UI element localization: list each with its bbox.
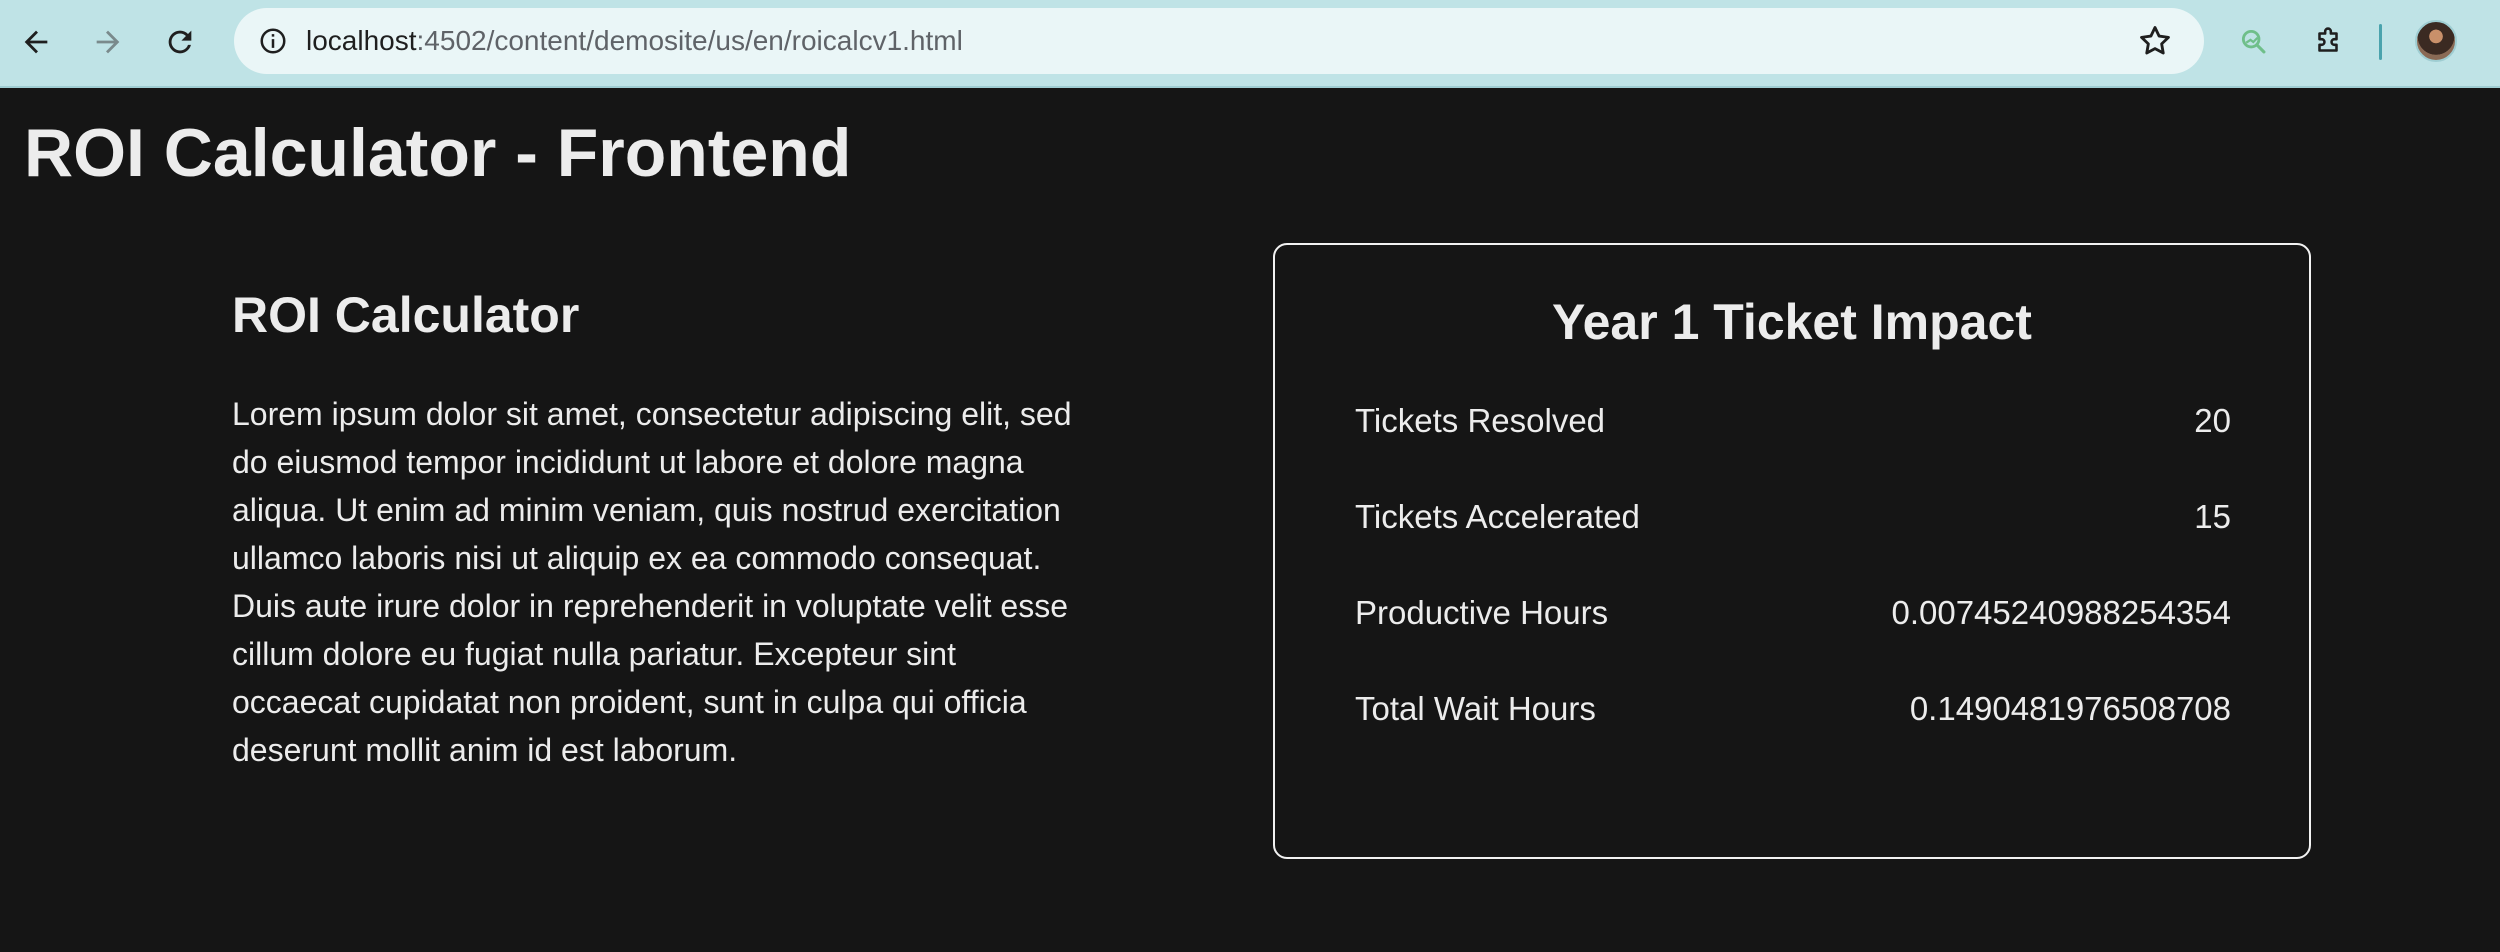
browser-toolbar: localhost:4502/content/demosite/us/en/ro… xyxy=(0,0,2500,88)
arrow-left-icon xyxy=(24,30,48,54)
search-lens-icon xyxy=(2241,29,2266,54)
extensions-button[interactable] xyxy=(2300,14,2356,70)
arrow-right-icon xyxy=(96,30,120,54)
calculator-heading: ROI Calculator xyxy=(232,287,580,343)
url-text[interactable]: localhost:4502/content/demosite/us/en/ro… xyxy=(306,8,963,74)
metric-label: Productive Hours xyxy=(1355,594,1609,631)
page-title: ROI Calculator - Frontend xyxy=(24,115,852,191)
metric-row-tickets-resolved: Tickets Resolved 20 xyxy=(1355,397,2231,445)
page-content: ROI Calculator - Frontend ROI Calculator… xyxy=(0,88,2500,952)
reload-button[interactable] xyxy=(152,14,208,70)
url-host: localhost xyxy=(306,25,417,56)
avatar[interactable] xyxy=(2415,20,2457,62)
metric-label: Tickets Accelerated xyxy=(1355,498,1640,535)
metric-label: Total Wait Hours xyxy=(1355,690,1596,727)
metric-row-total-wait-hours: Total Wait Hours 0.1490481976508708 xyxy=(1355,685,2231,733)
metric-value: 0.00745240988254354 xyxy=(1891,594,2231,631)
site-info-button[interactable] xyxy=(250,18,296,64)
star-icon[interactable] xyxy=(2136,22,2174,60)
forward-button[interactable] xyxy=(80,14,136,70)
impact-title: Year 1 Ticket Impact xyxy=(1552,294,2032,350)
metric-label: Tickets Resolved xyxy=(1355,402,1606,439)
toolbar-separator xyxy=(2379,24,2382,60)
reload-icon xyxy=(168,30,192,54)
metric-value: 0.1490481976508708 xyxy=(1909,690,2231,727)
metric-value: 15 xyxy=(2194,498,2231,535)
back-button[interactable] xyxy=(8,14,64,70)
puzzle-icon xyxy=(2318,27,2338,52)
info-icon xyxy=(260,28,286,54)
lens-button[interactable] xyxy=(2226,14,2282,70)
metric-row-productive-hours: Productive Hours 0.00745240988254354 xyxy=(1355,589,2231,637)
metric-row-tickets-accelerated: Tickets Accelerated 15 xyxy=(1355,493,2231,541)
ticket-impact-card: Year 1 Ticket Impact Tickets Resolved 20… xyxy=(1273,243,2311,859)
calculator-description: Lorem ipsum dolor sit amet, consectetur … xyxy=(232,396,1072,768)
metric-value: 20 xyxy=(2194,402,2231,439)
url-path: :4502/content/demosite/us/en/roicalcv1.h… xyxy=(416,25,963,56)
address-bar[interactable]: localhost:4502/content/demosite/us/en/ro… xyxy=(234,8,2204,74)
